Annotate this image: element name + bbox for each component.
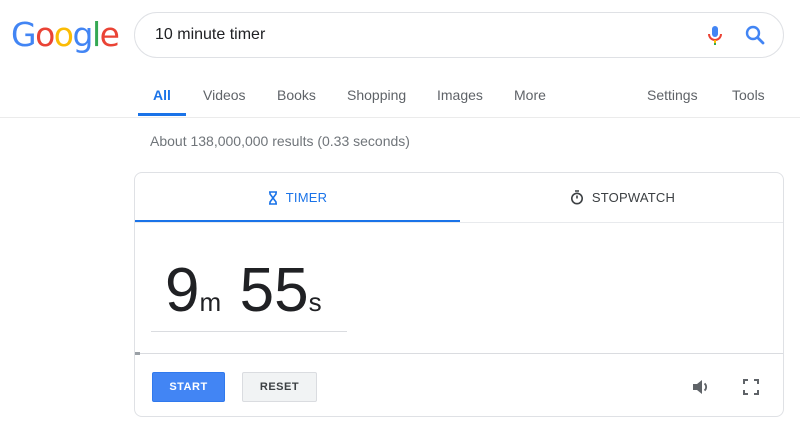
card-tabs-divider	[135, 222, 783, 223]
minutes-unit: m	[199, 287, 222, 317]
reset-button[interactable]: RESET	[242, 372, 317, 402]
seconds-value: 55	[239, 256, 309, 325]
volume-icon[interactable]	[687, 373, 715, 401]
fullscreen-icon[interactable]	[737, 373, 765, 401]
tab-stopwatch[interactable]: STOPWATCH	[460, 173, 783, 222]
minutes-value: 9	[165, 256, 200, 325]
search-input[interactable]	[155, 13, 675, 57]
tab-timer[interactable]: TIMER	[135, 173, 460, 222]
tab-images[interactable]: Images	[437, 87, 483, 103]
tab-videos[interactable]: Videos	[203, 87, 246, 103]
progress-track	[135, 353, 783, 354]
search-box	[134, 12, 784, 58]
tab-more[interactable]: More	[514, 87, 546, 103]
progress-bar	[135, 352, 141, 355]
tools-link[interactable]: Tools	[732, 87, 765, 103]
time-display[interactable]: 9m 55s	[165, 255, 322, 327]
stopwatch-icon	[570, 190, 583, 205]
active-tab-indicator	[138, 113, 186, 116]
tab-stopwatch-label: STOPWATCH	[591, 190, 676, 205]
result-stats: About 138,000,000 results (0.33 seconds)	[150, 133, 410, 149]
tab-books[interactable]: Books	[277, 87, 316, 103]
search-icon[interactable]	[743, 23, 767, 47]
time-input-underline	[151, 331, 347, 332]
tab-all[interactable]: All	[153, 87, 171, 103]
google-logo[interactable]: Google	[11, 15, 120, 55]
header-divider	[0, 117, 800, 118]
tab-timer-label: TIMER	[285, 190, 328, 205]
mic-icon[interactable]	[703, 23, 727, 47]
settings-link[interactable]: Settings	[647, 87, 698, 103]
start-button[interactable]: START	[152, 372, 225, 402]
seconds-unit: s	[308, 287, 322, 317]
tab-shopping[interactable]: Shopping	[347, 87, 406, 103]
hourglass-icon	[268, 190, 277, 205]
timer-card: TIMER STOPWATCH 9m 55s START RESET	[134, 172, 784, 417]
